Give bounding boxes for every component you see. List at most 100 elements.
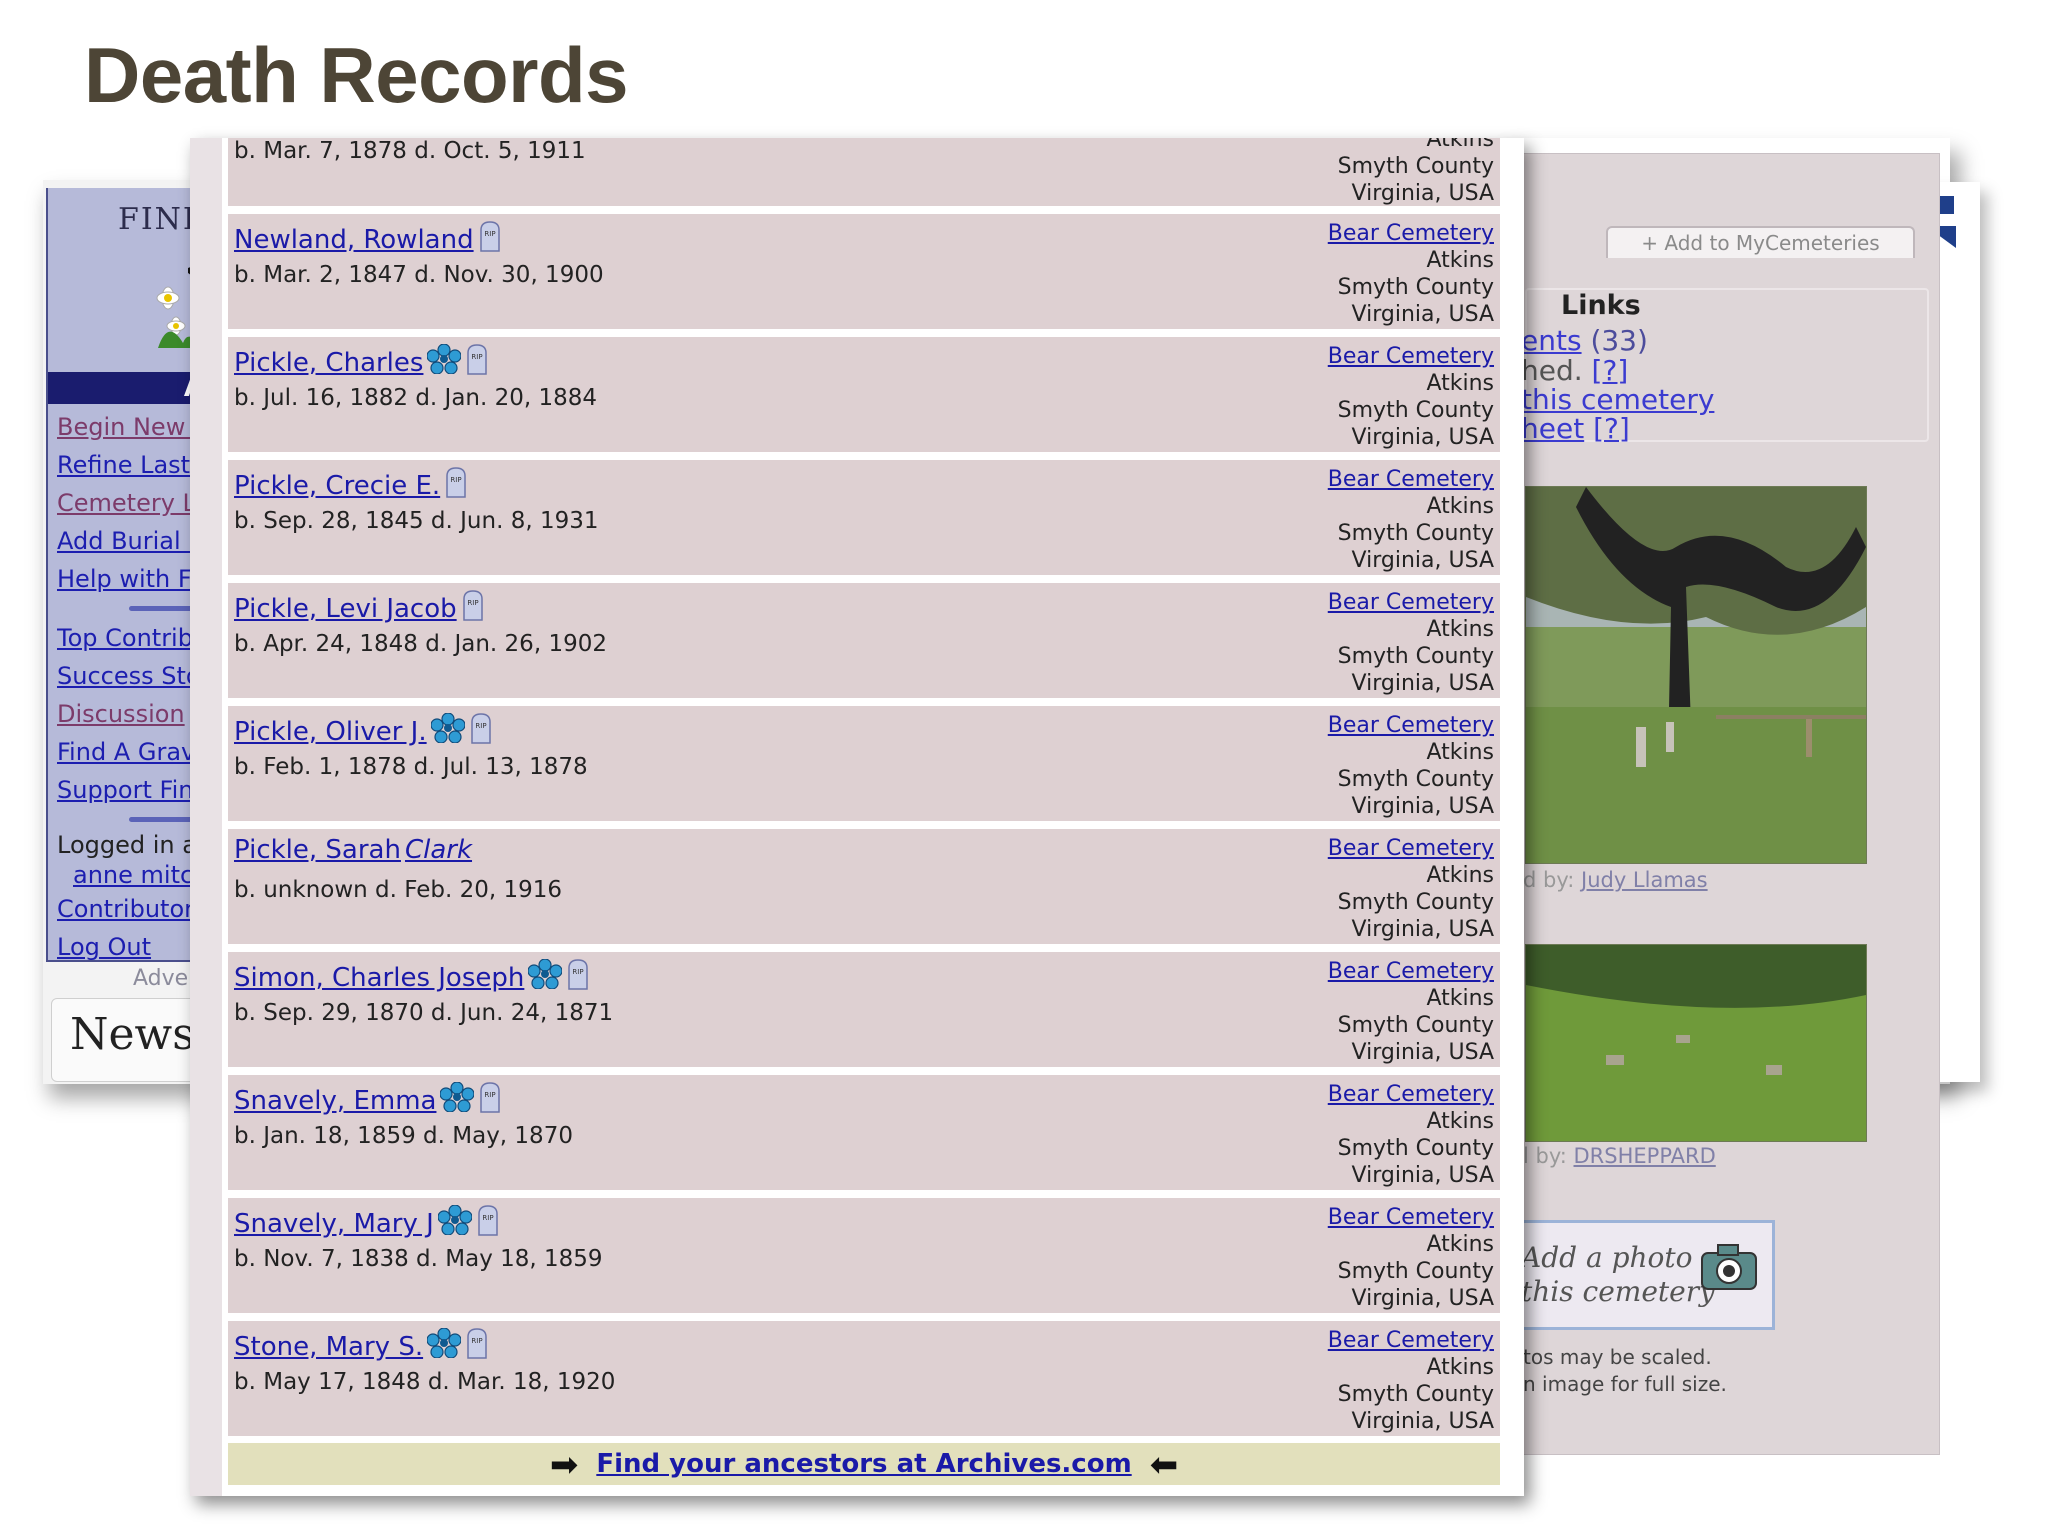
record-location: Bear Cemetery Atkins Smyth County Virginia,… (1328, 835, 1494, 943)
record-state: Virginia, USA (1351, 1409, 1494, 1434)
record-row: Snavely, Emma RIP b. Jan. 18, 1859 d. May,… (228, 1075, 1500, 1190)
archives-banner: ➡ Find your ancestors at Archives.com ⬅ (228, 1443, 1500, 1485)
record-row: Pickle, Levi Jacob RIP b. Apr. 24, 1848 d.… (228, 583, 1500, 698)
record-name-link[interactable]: Snavely, Emma RIP (234, 1081, 502, 1120)
nav-divider (129, 817, 199, 822)
add-photo-button[interactable]: Add a photo this cemetery (1521, 1220, 1775, 1330)
nav-link-log-out[interactable]: Log Out (57, 928, 206, 960)
window-edge (190, 138, 222, 1496)
record-name-link[interactable]: Pickle, Levi Jacob RIP (234, 589, 485, 628)
cemetery-link[interactable]: Bear Cemetery (1328, 590, 1494, 615)
record-name-link[interactable]: Simon, Charles Joseph RIP (234, 958, 590, 997)
cemetery-link[interactable]: Bear Cemetery (1328, 467, 1494, 492)
headstone-rip-icon[interactable]: RIP (478, 1081, 502, 1120)
logged-in-user-link[interactable]: anne mitc (57, 860, 206, 890)
record-row: Simon, Charles Joseph RIP b. Sep. 29, 1870… (228, 952, 1500, 1067)
arrow-right-icon: ➡ (549, 1444, 579, 1485)
cemetery-link[interactable]: Bear Cemetery (1328, 1328, 1494, 1353)
record-location: Bear Cemetery Atkins Smyth County Virginia,… (1328, 958, 1494, 1066)
record-dates: b. Mar. 7, 1878 d. Oct. 5, 1911 (234, 138, 586, 164)
cemetery-link[interactable]: Bear Cemetery (1328, 1205, 1494, 1230)
nav-link-contributor[interactable]: Contributor (57, 890, 206, 928)
headstone-rip-icon[interactable]: RIP (461, 589, 485, 628)
flower-icon[interactable] (439, 1081, 476, 1119)
nav-divider (129, 606, 199, 611)
nav-link-find-a-grave[interactable]: Find A Grav (57, 733, 206, 771)
record-name-link[interactable]: Pickle, Crecie E. RIP (234, 466, 468, 505)
record-dates: b. May 17, 1848 d. Mar. 18, 1920 (234, 1369, 616, 1395)
record-row: Pickle, Charles RIP b. Jul. 16, 1882 d. Ja… (228, 337, 1500, 452)
record-dates: b. Jan. 18, 1859 d. May, 1870 (234, 1123, 573, 1149)
headstone-rip-icon[interactable]: RIP (566, 958, 590, 997)
death-records-screenshot: b. Mar. 7, 1878 d. Oct. 5, 1911 Atkins Smy… (190, 138, 1524, 1496)
record-county: Smyth County (1337, 398, 1494, 423)
advertisement-label: Adve (133, 966, 189, 991)
cemetery-link[interactable]: Bear Cemetery (1328, 344, 1494, 369)
record-row: Pickle, Crecie E. RIP b. Sep. 28, 1845 d. … (228, 460, 1500, 575)
photo-scale-note: tos may be scaled. n image for full size… (1523, 1345, 1727, 1396)
cemetery-link[interactable]: Bear Cemetery (1328, 959, 1494, 984)
record-name-link[interactable]: Pickle, Oliver J. RIP (234, 712, 493, 751)
nav-link-support[interactable]: Support Fin (57, 771, 206, 809)
nav-link-add-burial[interactable]: Add Burial I (57, 522, 206, 560)
nav-link-discussion[interactable]: Discussion (57, 695, 206, 733)
help-link[interactable]: [?] (1593, 412, 1630, 445)
record-county: Smyth County (1337, 521, 1494, 546)
record-town: Atkins (1426, 1232, 1494, 1257)
flower-icon[interactable] (426, 343, 463, 381)
record-location: Bear Cemetery Atkins Smyth County Virginia,… (1328, 466, 1494, 574)
flower-icon[interactable] (437, 1204, 473, 1242)
interments-link[interactable]: ents (1521, 324, 1582, 357)
nav-link-refine-last-search[interactable]: Refine Last (57, 446, 206, 484)
nav-list: Begin New S Refine Last Cemetery L Add B… (57, 408, 206, 960)
record-name-link[interactable]: Stone, Mary S. RIP (234, 1327, 489, 1366)
photo-2-credit: l by: DRSHEPPARD (1523, 1144, 1716, 1168)
record-name-link[interactable]: Newland, Rowland RIP (234, 220, 502, 259)
links-line-sheet: heet [?] (1521, 412, 1630, 445)
record-county: Smyth County (1337, 644, 1494, 669)
cemetery-link[interactable]: Bear Cemetery (1328, 713, 1494, 738)
cemetery-photo-1-image (1526, 487, 1866, 863)
add-to-mycemeteries-button[interactable]: + Add to MyCemeteries (1606, 226, 1915, 258)
headstone-rip-icon[interactable]: RIP (465, 343, 489, 382)
headstone-rip-icon[interactable]: RIP (444, 466, 468, 505)
record-name-link[interactable]: Pickle, Charles RIP (234, 343, 489, 382)
headstone-rip-icon[interactable]: RIP (469, 712, 493, 751)
record-town: Atkins (1426, 1109, 1494, 1134)
record-town: Atkins (1426, 740, 1494, 765)
cemetery-photo-1[interactable] (1525, 486, 1867, 864)
svg-text:RIP: RIP (451, 476, 462, 484)
flower-icon[interactable] (430, 712, 466, 750)
record-dates: b. Sep. 29, 1870 d. Jun. 24, 1871 (234, 1000, 614, 1026)
nav-link-top-contributors[interactable]: Top Contrib (57, 619, 206, 657)
nav-link-begin-new-search[interactable]: Begin New S (57, 408, 206, 446)
photo-1-author-link[interactable]: Judy Llamas (1581, 868, 1708, 892)
record-town: Atkins (1426, 617, 1494, 642)
sheet-link[interactable]: heet (1521, 412, 1584, 445)
flower-icon[interactable] (426, 1327, 462, 1365)
record-name-link[interactable]: Pickle, Sarah Clark (234, 835, 476, 865)
cemetery-link[interactable]: Bear Cemetery (1328, 1082, 1494, 1107)
cemetery-link[interactable]: Bear Cemetery (1328, 221, 1494, 246)
photo-2-author-link[interactable]: DRSHEPPARD (1574, 1144, 1716, 1168)
headstone-rip-icon[interactable]: RIP (476, 1204, 500, 1243)
nav-link-cemetery-lookup[interactable]: Cemetery L (57, 484, 206, 522)
archives-link[interactable]: Find your ancestors at Archives.com (596, 1449, 1131, 1479)
flower-icon[interactable] (527, 958, 563, 996)
nav-link-success-stories[interactable]: Success Sto (57, 657, 206, 695)
record-state: Virginia, USA (1351, 181, 1494, 206)
news-ad[interactable]: News (51, 998, 201, 1082)
record-list: b. Mar. 7, 1878 d. Oct. 5, 1911 Atkins Smy… (228, 138, 1500, 1444)
cemetery-link[interactable]: Bear Cemetery (1328, 836, 1494, 861)
links-title: Links (1561, 290, 1641, 321)
headstone-rip-icon[interactable]: RIP (478, 220, 502, 259)
record-name-link[interactable]: Snavely, Mary J RIP (234, 1204, 500, 1243)
nav-link-help[interactable]: Help with Fi (57, 560, 206, 598)
left-site-screenshot: FIND A Begin New S Refine Last Cemetery … (43, 180, 213, 1084)
cemetery-photo-2[interactable] (1525, 944, 1867, 1142)
svg-text:RIP: RIP (475, 722, 486, 730)
record-dates: b. Nov. 7, 1838 d. May 18, 1859 (234, 1246, 603, 1272)
record-row: Pickle, Oliver J. RIP b. Feb. 1, 1878 d. J… (228, 706, 1500, 821)
record-county: Smyth County (1337, 154, 1494, 179)
headstone-rip-icon[interactable]: RIP (465, 1327, 489, 1366)
